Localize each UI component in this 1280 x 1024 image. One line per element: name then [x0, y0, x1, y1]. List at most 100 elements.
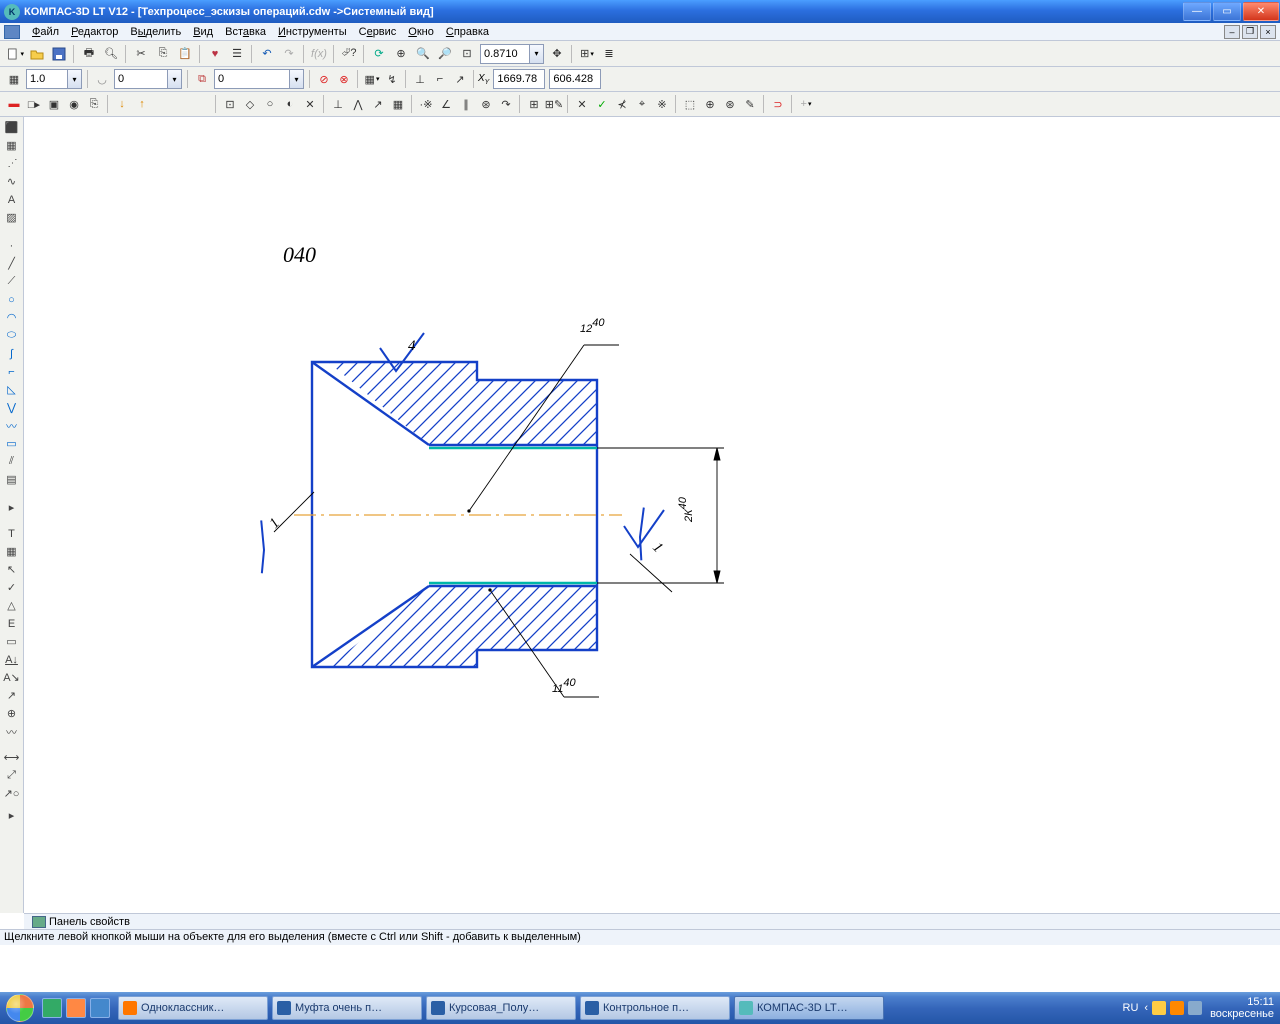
tray-icon-2[interactable]: [1170, 1001, 1184, 1015]
copy-obj-button[interactable]: ⎘: [85, 95, 103, 113]
snap-near-button[interactable]: ⋀: [349, 95, 367, 113]
snap-curve-button[interactable]: ↷: [497, 95, 515, 113]
circle-tool[interactable]: ○: [3, 291, 21, 308]
create-button[interactable]: □▸: [25, 95, 43, 113]
snap-grid-button[interactable]: ▦: [389, 95, 407, 113]
layer-mgr-icon[interactable]: ⧉: [193, 70, 211, 88]
snap-mid-button[interactable]: ◇: [241, 95, 259, 113]
obj-sel4-button[interactable]: ✎: [741, 95, 759, 113]
center-tool[interactable]: ⊕: [3, 705, 21, 722]
print-button[interactable]: 🖶: [79, 44, 99, 64]
copy-props-button[interactable]: ♥: [205, 44, 225, 64]
map-button[interactable]: ⊞: [525, 95, 543, 113]
aux-1-button[interactable]: ↓: [113, 95, 131, 113]
rect-tool[interactable]: ▭: [3, 435, 21, 452]
quick-launch-3[interactable]: [90, 998, 110, 1018]
zoom-fit-button[interactable]: ⊡: [457, 44, 477, 64]
angle-combo[interactable]: ▾: [114, 69, 182, 89]
refresh-button[interactable]: ⟳: [369, 44, 389, 64]
collapse-tool[interactable]: ▸: [3, 807, 21, 824]
stop-button[interactable]: ▬: [5, 95, 23, 113]
line-tool[interactable]: ╱: [3, 255, 21, 272]
wave-tool[interactable]: 〰: [3, 723, 21, 740]
snap-center-button[interactable]: ○: [261, 95, 279, 113]
eye-toggle-button[interactable]: ◉: [65, 95, 83, 113]
layers-button[interactable]: ≣: [599, 44, 619, 64]
zoom-input[interactable]: [481, 45, 529, 63]
tol-tool[interactable]: ▭: [3, 633, 21, 650]
task-kursovaya[interactable]: Курсовая_Полу…: [426, 996, 576, 1020]
function-button[interactable]: f(x): [309, 44, 329, 64]
parallel-tool[interactable]: ⋁: [3, 399, 21, 416]
taskbar-clock[interactable]: 15:11 воскресенье: [1210, 996, 1274, 1020]
expand-tool[interactable]: ▸: [3, 499, 21, 516]
arc-tool[interactable]: ◠: [3, 309, 21, 326]
open-button[interactable]: [27, 44, 47, 64]
drawing-canvas[interactable]: 040: [24, 117, 1280, 913]
close-button[interactable]: ✕: [1243, 2, 1279, 21]
step-input[interactable]: [27, 70, 67, 88]
obj-sel3-button[interactable]: ⊛: [721, 95, 739, 113]
snap-angle-button[interactable]: ∠: [437, 95, 455, 113]
layer-input[interactable]: [215, 70, 289, 88]
snap-tan-button[interactable]: ◐: [281, 95, 299, 113]
mdi-restore-button[interactable]: ❐: [1242, 25, 1258, 39]
segment-tool[interactable]: ⟋: [3, 273, 21, 290]
leader-tool[interactable]: ↖: [3, 561, 21, 578]
aux-line-tool[interactable]: ⋰: [3, 155, 21, 172]
obj-5-button[interactable]: ※: [653, 95, 671, 113]
coord-x-field[interactable]: 1669.78: [493, 69, 545, 89]
zoom-window-button[interactable]: ⊕: [391, 44, 411, 64]
maximize-button[interactable]: ▭: [1213, 2, 1241, 21]
snap-toggle-1[interactable]: ⊘: [315, 70, 333, 88]
preview-button[interactable]: 🔍︎: [101, 44, 121, 64]
layer-combo[interactable]: ▾: [214, 69, 304, 89]
start-button[interactable]: [0, 992, 40, 1024]
task-mufta[interactable]: Муфта очень п…: [272, 996, 422, 1020]
curve-tool[interactable]: ∫: [3, 345, 21, 362]
tray-expand-icon[interactable]: ‹: [1144, 1002, 1148, 1014]
mdi-minimize-button[interactable]: –: [1224, 25, 1240, 39]
rough-tool[interactable]: ✓: [3, 579, 21, 596]
mode-button[interactable]: ↗: [451, 70, 469, 88]
snap-pt-button[interactable]: ·※: [417, 95, 435, 113]
snap-end-button[interactable]: ⊡: [221, 95, 239, 113]
obj-sel2-button[interactable]: ⊕: [701, 95, 719, 113]
contour-tool[interactable]: 〰: [3, 417, 21, 434]
obj-cross-button[interactable]: ✕: [573, 95, 591, 113]
new-doc-button[interactable]: ▾: [5, 44, 25, 64]
copy-button[interactable]: ⎘: [153, 44, 173, 64]
quick-launch-2[interactable]: [66, 998, 86, 1018]
table-tool[interactable]: ▦: [3, 543, 21, 560]
region-tool[interactable]: ▤: [3, 471, 21, 488]
menu-window[interactable]: Окно: [402, 25, 440, 39]
mdi-close-button[interactable]: ×: [1260, 25, 1276, 39]
task-odnoklassniki[interactable]: Одноклассник…: [118, 996, 268, 1020]
diagdim-tool[interactable]: ⤢: [3, 767, 21, 784]
zoom-combo[interactable]: ▾: [480, 44, 544, 64]
round-button[interactable]: ⌐: [431, 70, 449, 88]
zoom-out-button[interactable]: 🔎: [435, 44, 455, 64]
chamfer-tool[interactable]: ◺: [3, 381, 21, 398]
menu-file[interactable]: ФФайлайл: [26, 25, 65, 39]
obj-tan-button[interactable]: ✓: [593, 95, 611, 113]
cut-button[interactable]: ✂: [131, 44, 151, 64]
hatch-tool[interactable]: ▨: [3, 209, 21, 226]
menu-editor[interactable]: Редактор: [65, 25, 124, 39]
undo-button[interactable]: ↶: [257, 44, 277, 64]
coord-y-field[interactable]: 606.428: [549, 69, 601, 89]
menu-service[interactable]: Сервис: [353, 25, 403, 39]
task-kompas[interactable]: КОМПАС-3D LT…: [734, 996, 884, 1020]
obj-mir-button[interactable]: ⌖: [633, 95, 651, 113]
lindim-tool[interactable]: ⟷: [3, 749, 21, 766]
menu-select[interactable]: Выделить: [124, 25, 187, 39]
views-button[interactable]: ⊞▾: [577, 44, 597, 64]
obj-sel-button[interactable]: ⬚: [681, 95, 699, 113]
local-cs-button[interactable]: ↯: [383, 70, 401, 88]
dim-text-tool[interactable]: T: [3, 525, 21, 542]
properties-button[interactable]: ☰: [227, 44, 247, 64]
menu-insert[interactable]: Вставка: [219, 25, 272, 39]
auto-create-button[interactable]: ▣: [45, 95, 63, 113]
pan-button[interactable]: ✥: [547, 44, 567, 64]
base-tool[interactable]: △: [3, 597, 21, 614]
